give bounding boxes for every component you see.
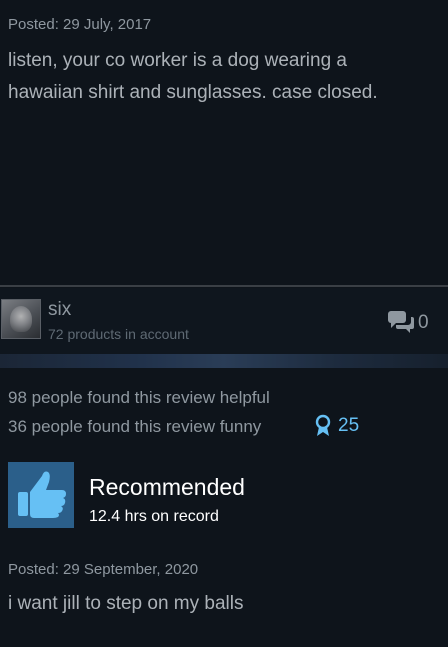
funny-count-text: 36 people found this review funny: [8, 417, 262, 436]
previous-review-text-line-2: hawaiian shirt and sunglasses. case clos…: [8, 82, 378, 103]
previous-review-text: listen, your co worker is a dog wearing …: [8, 45, 448, 109]
hours-on-record: 12.4 hrs on record: [89, 508, 219, 525]
avatar[interactable]: [1, 299, 41, 339]
review-divider: [0, 285, 448, 287]
previous-review-posted-date: Posted: 29 July, 2017: [8, 16, 152, 33]
thumbs-up-icon: [8, 462, 74, 528]
page-background-art: [0, 354, 448, 368]
author-strip: [0, 288, 448, 354]
helpful-count-text: 98 people found this review helpful: [8, 388, 270, 407]
comment-icon[interactable]: [386, 308, 416, 334]
previous-review-text-line-1: listen, your co worker is a dog wearing …: [8, 50, 347, 71]
comment-count[interactable]: 0: [418, 312, 429, 334]
author-products-count[interactable]: 72 products in account: [48, 326, 189, 342]
award-ribbon-icon[interactable]: [314, 414, 332, 438]
award-count[interactable]: 25: [338, 415, 359, 437]
author-name[interactable]: six: [48, 299, 71, 321]
review-posted-date: Posted: 29 September, 2020: [8, 561, 199, 578]
review-text: i want jill to step on my balls: [8, 593, 244, 614]
recommendation-label[interactable]: Recommended: [89, 474, 245, 501]
